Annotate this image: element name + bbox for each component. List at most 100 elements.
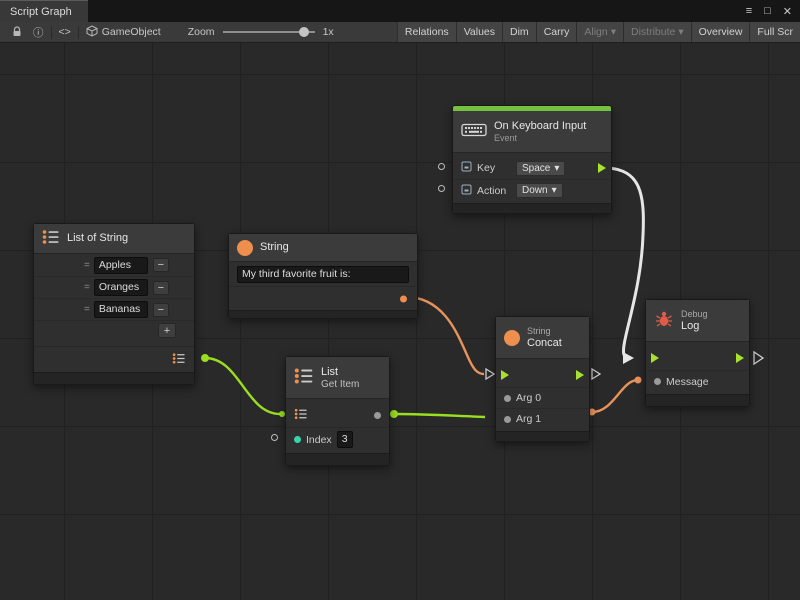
list-icon	[42, 229, 60, 248]
carry-button[interactable]: Carry	[536, 22, 577, 42]
pane-menu-icon[interactable]: ≡	[746, 5, 752, 17]
key-label: Key	[477, 162, 511, 174]
list-item-row: = Bananas −	[34, 298, 194, 320]
gameobject-context[interactable]: GameObject	[81, 22, 166, 42]
chevron-down-icon: ▾	[554, 163, 559, 174]
list-item-field[interactable]: Oranges	[94, 279, 148, 296]
dim-button[interactable]: Dim	[502, 22, 536, 42]
wire-getitem-to-concat[interactable]	[394, 414, 485, 417]
flow-port-triangle-concat-out[interactable]	[592, 369, 600, 379]
arg1-row: Arg 1	[496, 408, 589, 429]
action-dropdown[interactable]: Down ▾	[516, 183, 563, 198]
bug-icon	[654, 309, 674, 332]
node-subtitle: Get Item	[321, 379, 359, 390]
wire-concat-to-message[interactable]	[592, 380, 638, 412]
toolbar-buttons: Relations Values Dim Carry Align▾ Distri…	[397, 22, 800, 42]
node-get-item[interactable]: List Get Item Index 3	[285, 356, 390, 466]
keycap-icon	[461, 184, 472, 198]
add-item-row: +	[34, 320, 194, 340]
graph-toolbar: ⓘ <> GameObject Zoom 1x Relations Values…	[0, 22, 800, 43]
node-concat[interactable]: String Concat Arg 0 Arg 1	[495, 316, 590, 442]
item-output-port[interactable]	[374, 412, 381, 419]
string-value-row: My third favorite fruit is:	[229, 262, 417, 286]
drag-handle-icon[interactable]: =	[84, 282, 89, 293]
tab-script-graph[interactable]: Script Graph	[0, 0, 88, 22]
list-item-field[interactable]: Bananas	[94, 301, 148, 318]
wire-list-to-getitem[interactable]	[205, 358, 280, 414]
list-item-row: = Oranges −	[34, 276, 194, 298]
values-button[interactable]: Values	[456, 22, 502, 42]
list-item-field[interactable]: Apples	[94, 257, 148, 274]
key-row: Key Space ▾	[453, 157, 611, 179]
flow-output-port[interactable]	[598, 163, 606, 173]
list-output-port[interactable]	[172, 352, 186, 367]
flow-input-port[interactable]	[501, 370, 509, 380]
remove-item-button[interactable]: −	[153, 303, 169, 317]
remove-item-button[interactable]: −	[153, 258, 169, 272]
wire-arrowhead-log-input	[623, 352, 634, 364]
flow-port-triangle-log-out[interactable]	[754, 352, 763, 364]
message-input-port[interactable]	[654, 378, 661, 385]
flow-input-port[interactable]	[651, 353, 659, 363]
node-title: Concat	[527, 337, 562, 350]
node-header: String Concat	[496, 317, 589, 359]
node-header: Debug Log	[646, 300, 749, 342]
lock-icon[interactable]	[6, 22, 28, 42]
index-field[interactable]: 3	[337, 431, 353, 448]
port-dot-getitem-output[interactable]	[390, 410, 398, 418]
node-title: String	[260, 241, 289, 254]
node-list-of-string[interactable]: List of String = Apples − = Oranges − = …	[33, 223, 195, 385]
node-footer	[453, 203, 611, 213]
relations-button[interactable]: Relations	[397, 22, 456, 42]
flow-port-triangle-concat-in[interactable]	[486, 369, 494, 379]
unity-cube-icon	[86, 25, 98, 40]
node-subtitle: Event	[494, 133, 586, 144]
close-icon[interactable]: ✕	[783, 5, 792, 18]
arg0-input-port[interactable]	[504, 395, 511, 402]
info-icon[interactable]: ⓘ	[28, 22, 49, 42]
arg0-label: Arg 0	[516, 392, 541, 404]
distribute-button[interactable]: Distribute▾	[623, 22, 691, 42]
index-input-port[interactable]	[294, 436, 301, 443]
arg1-input-port[interactable]	[504, 416, 511, 423]
unity-editor-window: Script Graph ≡ □ ✕ ⓘ <> GameObject Zoom …	[0, 0, 800, 600]
port-ring-key[interactable]	[438, 163, 445, 170]
node-header: List of String	[34, 224, 194, 254]
zoom-slider[interactable]	[223, 31, 315, 33]
list-input-port-icon[interactable]	[294, 408, 308, 423]
list-input-row	[286, 403, 389, 427]
align-button[interactable]: Align▾	[576, 22, 623, 42]
action-label: Action	[477, 185, 511, 197]
flow-row	[496, 363, 589, 387]
string-output-port[interactable]	[400, 295, 407, 302]
node-string-literal[interactable]: String My third favorite fruit is:	[228, 233, 418, 319]
remove-item-button[interactable]: −	[153, 281, 169, 295]
node-header: String	[229, 234, 417, 262]
node-footer	[229, 310, 417, 318]
flow-output-port[interactable]	[576, 370, 584, 380]
add-item-button[interactable]: +	[158, 323, 176, 338]
port-dot-list-output[interactable]	[201, 354, 209, 362]
fullscreen-button[interactable]: Full Scr	[749, 22, 800, 42]
graph-canvas[interactable]: On Keyboard Input Event Key Space ▾ Acti…	[0, 43, 800, 600]
node-debug-log[interactable]: Debug Log Message	[645, 299, 750, 407]
drag-handle-icon[interactable]: =	[84, 260, 89, 271]
port-dot-message-input[interactable]	[635, 377, 642, 384]
key-dropdown[interactable]: Space ▾	[516, 161, 565, 176]
port-ring-action[interactable]	[438, 185, 445, 192]
flow-row	[646, 346, 749, 370]
overview-button[interactable]: Overview	[691, 22, 750, 42]
drag-handle-icon[interactable]: =	[84, 304, 89, 315]
chevron-down-icon: ▾	[552, 185, 557, 196]
node-title: On Keyboard Input	[494, 120, 586, 133]
code-preview-icon[interactable]: <>	[54, 22, 76, 42]
zoom-slider-handle[interactable]	[299, 27, 309, 37]
flow-output-port[interactable]	[736, 353, 744, 363]
node-on-keyboard-input[interactable]: On Keyboard Input Event Key Space ▾ Acti…	[452, 105, 612, 214]
zoom-control: Zoom 1x	[188, 26, 334, 38]
window-controls: ≡ □ ✕	[746, 0, 800, 22]
string-value-field[interactable]: My third favorite fruit is:	[237, 266, 409, 283]
tab-label: Script Graph	[10, 6, 72, 18]
maximize-icon[interactable]: □	[764, 5, 771, 17]
port-ring-index[interactable]	[271, 434, 278, 441]
